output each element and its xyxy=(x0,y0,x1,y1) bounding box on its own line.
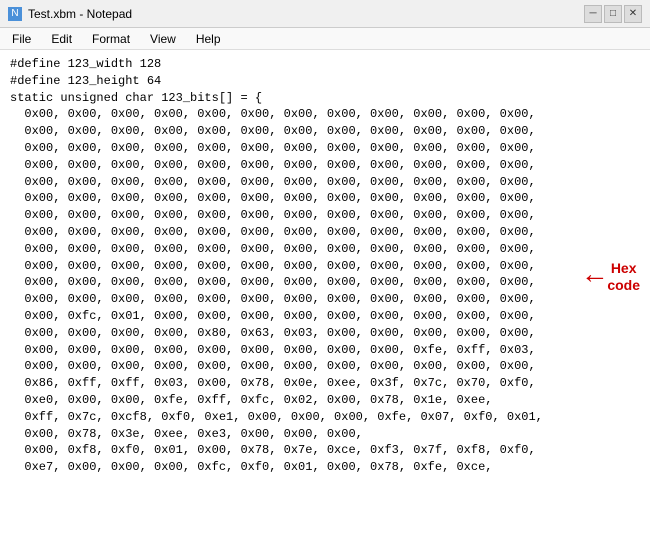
app-icon: N xyxy=(8,7,22,21)
code-line: #define 123_width 128 xyxy=(10,56,640,73)
code-line: 0xe0, 0x00, 0x00, 0xfe, 0xff, 0xfc, 0x02… xyxy=(10,392,640,409)
code-line: 0x00, 0x00, 0x00, 0x00, 0x00, 0x00, 0x00… xyxy=(10,291,640,308)
code-line: #define 123_height 64 xyxy=(10,73,640,90)
menu-format[interactable]: Format xyxy=(84,30,138,48)
window-controls[interactable]: ─ □ ✕ xyxy=(584,5,642,23)
hex-code-annotation: ← Hexcode xyxy=(587,260,641,294)
code-line: 0x00, 0x00, 0x00, 0x00, 0x00, 0x00, 0x00… xyxy=(10,140,640,157)
code-line: 0x00, 0x00, 0x00, 0x00, 0x00, 0x00, 0x00… xyxy=(10,274,640,291)
code-line: 0xe7, 0x00, 0x00, 0x00, 0xfc, 0xf0, 0x01… xyxy=(10,459,640,476)
code-line: 0xff, 0x7c, 0xcf8, 0xf0, 0xe1, 0x00, 0x0… xyxy=(10,409,640,426)
window-title: Test.xbm - Notepad xyxy=(28,7,578,21)
code-line: 0x00, 0x00, 0x00, 0x00, 0x00, 0x00, 0x00… xyxy=(10,157,640,174)
code-content: #define 123_width 128 #define 123_height… xyxy=(0,50,650,560)
code-line: 0x00, 0x00, 0x00, 0x00, 0x00, 0x00, 0x00… xyxy=(10,258,640,275)
code-line: 0x00, 0x00, 0x00, 0x00, 0x80, 0x63, 0x03… xyxy=(10,325,640,342)
code-line: 0x00, 0x00, 0x00, 0x00, 0x00, 0x00, 0x00… xyxy=(10,342,640,359)
code-line: 0x00, 0x78, 0x3e, 0xee, 0xe3, 0x00, 0x00… xyxy=(10,426,640,443)
close-button[interactable]: ✕ xyxy=(624,5,642,23)
code-line: 0x00, 0x00, 0x00, 0x00, 0x00, 0x00, 0x00… xyxy=(10,241,640,258)
menu-file[interactable]: File xyxy=(4,30,39,48)
code-line: 0x00, 0x00, 0x00, 0x00, 0x00, 0x00, 0x00… xyxy=(10,207,640,224)
arrow-icon: ← xyxy=(587,263,604,291)
code-line: 0x00, 0x00, 0x00, 0x00, 0x00, 0x00, 0x00… xyxy=(10,224,640,241)
code-line: 0x00, 0x00, 0x00, 0x00, 0x00, 0x00, 0x00… xyxy=(10,190,640,207)
code-line: 0x00, 0xfc, 0x01, 0x00, 0x00, 0x00, 0x00… xyxy=(10,308,640,325)
minimize-button[interactable]: ─ xyxy=(584,5,602,23)
code-line: 0x00, 0x00, 0x00, 0x00, 0x00, 0x00, 0x00… xyxy=(10,174,640,191)
code-line: 0x00, 0xf8, 0xf0, 0x01, 0x00, 0x78, 0x7e… xyxy=(10,442,640,459)
code-line: 0x00, 0x00, 0x00, 0x00, 0x00, 0x00, 0x00… xyxy=(10,123,640,140)
annotation-label: Hexcode xyxy=(607,260,640,294)
menu-help[interactable]: Help xyxy=(188,30,229,48)
code-line: 0x00, 0x00, 0x00, 0x00, 0x00, 0x00, 0x00… xyxy=(10,358,640,375)
title-bar: N Test.xbm - Notepad ─ □ ✕ xyxy=(0,0,650,28)
code-line: 0x00, 0x00, 0x00, 0x00, 0x00, 0x00, 0x00… xyxy=(10,106,640,123)
menu-view[interactable]: View xyxy=(142,30,184,48)
menu-bar: File Edit Format View Help xyxy=(0,28,650,50)
code-line: static unsigned char 123_bits[] = { xyxy=(10,90,640,107)
code-line: 0x86, 0xff, 0xff, 0x03, 0x00, 0x78, 0x0e… xyxy=(10,375,640,392)
menu-edit[interactable]: Edit xyxy=(43,30,80,48)
maximize-button[interactable]: □ xyxy=(604,5,622,23)
